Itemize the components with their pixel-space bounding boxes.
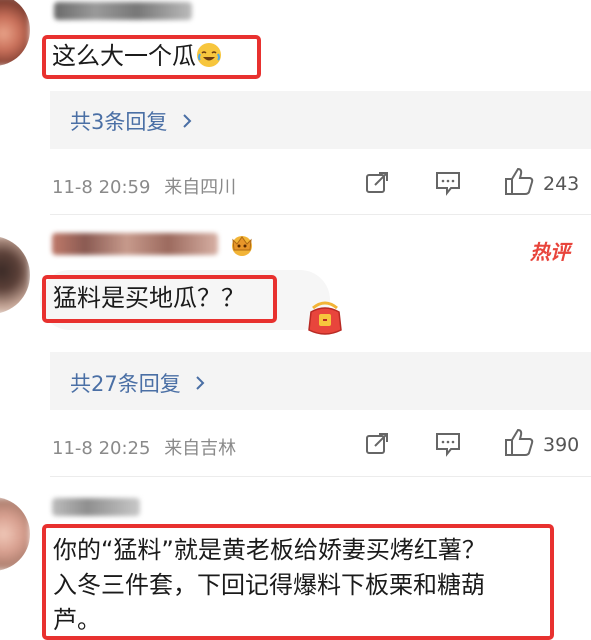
hot-comment-badge: 热评 xyxy=(530,240,570,264)
comment-text: 猛料是买地瓜？？ xyxy=(53,284,245,312)
avatar[interactable] xyxy=(0,497,30,571)
comment-meta: 11-8 20:25 来自吉林 xyxy=(52,434,236,460)
username-blurred[interactable] xyxy=(52,498,140,516)
view-replies-link[interactable]: 共27条回复 xyxy=(70,368,205,398)
comment-text-line-2: 入冬三件套，下回记得爆料下板栗和糖葫 xyxy=(53,571,485,599)
location: 来自吉林 xyxy=(164,438,237,459)
comment-text-line-1: 你的“猛料”就是黄老板给娇妻买烤红薯？ xyxy=(53,536,486,564)
username-blurred[interactable] xyxy=(52,233,218,255)
comment-text-line-3: 芦。 xyxy=(53,606,101,634)
chevron-right-icon xyxy=(182,110,192,134)
lucky-bag-sticker-icon xyxy=(303,294,347,342)
username-blurred[interactable] xyxy=(54,2,192,20)
timestamp: 11-8 20:25 xyxy=(52,438,151,459)
like-count: 243 xyxy=(543,173,580,195)
comment-icon[interactable] xyxy=(434,170,462,200)
crown-badge-icon xyxy=(226,232,258,262)
avatar[interactable] xyxy=(0,236,30,314)
view-replies-link[interactable]: 共3条回复 xyxy=(70,106,192,136)
divider xyxy=(50,476,591,477)
chevron-right-icon xyxy=(195,372,205,396)
timestamp: 11-8 20:59 xyxy=(52,177,151,198)
like-count: 390 xyxy=(543,434,580,456)
like-icon[interactable] xyxy=(503,427,535,461)
location: 来自四川 xyxy=(164,177,237,198)
like-icon[interactable] xyxy=(503,166,535,200)
avatar[interactable] xyxy=(0,0,30,66)
laughing-tears-emoji xyxy=(197,43,221,67)
comment-meta: 11-8 20:59 来自四川 xyxy=(52,173,236,199)
divider xyxy=(50,214,591,215)
share-icon[interactable] xyxy=(364,170,390,200)
comment-icon[interactable] xyxy=(434,431,462,461)
comment-text: 这么大一个瓜 xyxy=(52,39,221,73)
share-icon[interactable] xyxy=(364,431,390,461)
